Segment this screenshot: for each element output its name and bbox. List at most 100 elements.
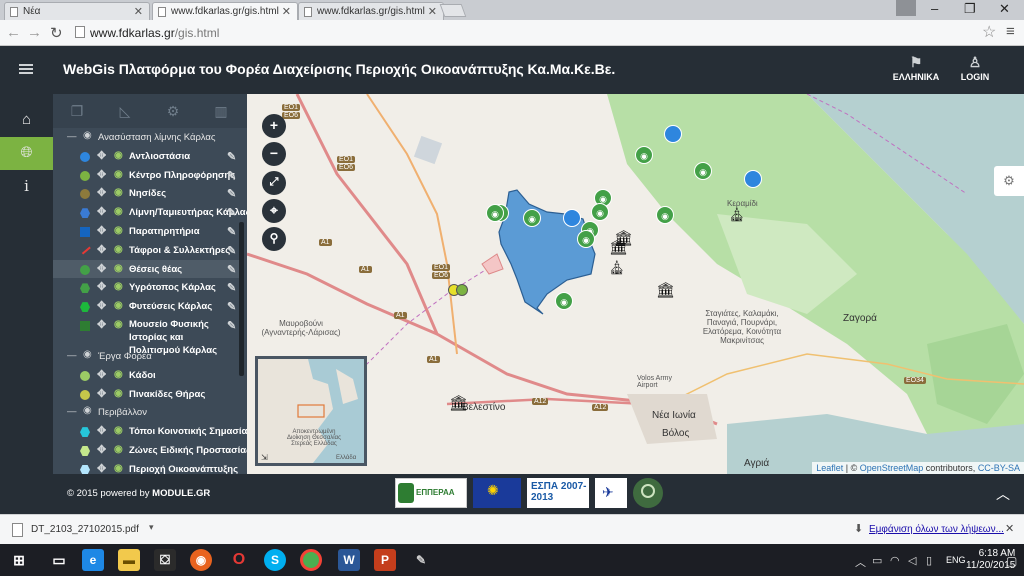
- page-info-icon[interactable]: [75, 26, 85, 38]
- zoom-to-layer-icon[interactable]: ✥: [97, 443, 106, 456]
- eye-icon[interactable]: ◉: [114, 300, 123, 311]
- zoom-to-layer-icon[interactable]: ✥: [97, 318, 106, 331]
- eye-icon[interactable]: ◉: [114, 169, 123, 180]
- minimap[interactable]: Αποκεντρωμένη Διοίκηση Θεσσαλίας Στερεάς…: [255, 356, 367, 466]
- chrome-icon[interactable]: [300, 549, 322, 571]
- eye-icon[interactable]: ◉: [114, 187, 123, 198]
- close-icon[interactable]: ✕: [134, 5, 143, 18]
- zoom-to-layer-icon[interactable]: ✥: [97, 168, 106, 181]
- museum-marker-icon[interactable]: 🏛︎: [449, 394, 468, 412]
- layer-item[interactable]: ✥ ◉ Παρατηρητήρια ✎: [53, 222, 239, 241]
- language-indicator[interactable]: ENG: [946, 555, 966, 565]
- layer-item[interactable]: ✥ ◉ Υγρότοπος Κάρλας ✎: [53, 278, 239, 297]
- scroll-up-icon[interactable]: ︿: [996, 484, 1010, 504]
- viewpoint-marker[interactable]: ◉: [555, 292, 573, 310]
- word-icon[interactable]: W: [338, 549, 360, 571]
- eye-icon[interactable]: ◉: [114, 281, 123, 292]
- skype-icon[interactable]: S: [264, 549, 286, 571]
- observatory-marker[interactable]: [664, 125, 682, 143]
- search-button[interactable]: ⚲: [262, 227, 286, 251]
- minimap-toggle-icon[interactable]: ⇲: [261, 453, 268, 462]
- file-explorer-icon[interactable]: ▬: [118, 549, 140, 571]
- viewpoint-marker[interactable]: ◉: [523, 209, 541, 227]
- layer-item[interactable]: ✥ ◉ Κάδοι: [53, 366, 239, 385]
- zoom-to-layer-icon[interactable]: ✥: [97, 387, 106, 400]
- battery-icon[interactable]: ▯: [926, 554, 932, 567]
- info-button[interactable]: i: [0, 170, 53, 203]
- reload-icon[interactable]: ↻: [50, 24, 63, 42]
- windows-start-icon[interactable]: ⊞: [8, 549, 30, 571]
- task-view-icon[interactable]: ▭: [48, 549, 70, 571]
- edit-icon[interactable]: ✎: [227, 319, 236, 332]
- network-icon[interactable]: ▭: [872, 554, 882, 567]
- eye-icon[interactable]: ◉: [114, 244, 123, 255]
- viewpoint-marker[interactable]: ◉: [635, 146, 653, 164]
- layers-tab-icon[interactable]: ❐: [53, 103, 101, 120]
- edit-icon[interactable]: ✎: [227, 263, 236, 276]
- viewpoint-marker[interactable]: ◉: [656, 206, 674, 224]
- viewpoint-marker[interactable]: ◉: [486, 204, 504, 222]
- observatory-marker[interactable]: [744, 170, 762, 188]
- chart-tab-icon[interactable]: ▥: [197, 103, 245, 120]
- close-icon[interactable]: ✕: [428, 5, 437, 18]
- eye-icon[interactable]: ◉: [114, 444, 123, 455]
- profile-icon[interactable]: [896, 0, 916, 16]
- zoom-to-layer-icon[interactable]: ✥: [97, 262, 106, 275]
- map-view[interactable]: EO1 EO6 EO1 EO6 A1 A1 EO1 EO6 A1 A1 A12 …: [247, 94, 1024, 474]
- edit-icon[interactable]: ✎: [227, 244, 236, 257]
- zoom-to-layer-icon[interactable]: ✥: [97, 424, 106, 437]
- zoom-to-layer-icon[interactable]: ✥: [97, 149, 106, 162]
- zoom-to-layer-icon[interactable]: ✥: [97, 280, 106, 293]
- edit-icon[interactable]: ✎: [227, 300, 236, 313]
- observatory-marker[interactable]: [563, 209, 581, 227]
- eye-icon[interactable]: ◉: [114, 225, 123, 236]
- layer-item[interactable]: ✥ ◉ Μουσείο Φυσικής Ιστορίας και Πολιτισμο…: [53, 316, 239, 356]
- viewpoint-marker[interactable]: ◉: [577, 230, 595, 248]
- layer-group-group1[interactable]: — ◉ Ανασύσταση λίμνης Κάρλας: [53, 128, 239, 147]
- eye-icon[interactable]: ◉: [114, 319, 123, 330]
- language-button[interactable]: ⚑ ΕΛΛΗΝΙΚΑ: [890, 54, 942, 82]
- window-close-icon[interactable]: ✕: [999, 1, 1010, 17]
- minimize-icon[interactable]: –: [931, 1, 938, 16]
- browser-tab-active[interactable]: www.fdkarlas.gr/gis.html ✕: [152, 2, 298, 20]
- zoom-out-button[interactable]: −: [262, 142, 286, 166]
- museum-marker-icon[interactable]: 🏛︎: [609, 238, 628, 256]
- bin-marker[interactable]: [456, 284, 468, 296]
- store-icon[interactable]: ⛋: [154, 549, 176, 571]
- tray-chevron-icon[interactable]: ︿: [855, 554, 866, 570]
- zoom-to-layer-icon[interactable]: ✥: [97, 186, 106, 199]
- edit-icon[interactable]: ✎: [227, 150, 236, 163]
- zoom-to-layer-icon[interactable]: ✥: [97, 368, 106, 381]
- layer-item[interactable]: ✥ ◉ Λίμνη/Ταμιευτήρας Κάρλας ✎: [53, 203, 247, 222]
- zoom-to-layer-icon[interactable]: ✥: [97, 224, 106, 237]
- locate-button[interactable]: ⌖: [262, 199, 286, 223]
- eye-icon[interactable]: ◉: [83, 130, 92, 141]
- volume-icon[interactable]: ◁: [908, 554, 916, 567]
- edit-icon[interactable]: ✎: [227, 281, 236, 294]
- edit-icon[interactable]: ✎: [227, 169, 236, 182]
- museum-marker-icon[interactable]: 🏛︎: [656, 281, 675, 299]
- layer-item[interactable]: ✥ ◉ Περιοχή Οικοανάπτυξης: [53, 460, 239, 474]
- eye-icon[interactable]: ◉: [83, 405, 92, 416]
- powerpoint-icon[interactable]: P: [374, 549, 396, 571]
- address-bar[interactable]: www.fdkarlas.gr/gis.html: [72, 23, 1002, 43]
- collapse-icon[interactable]: —: [67, 350, 77, 361]
- layer-item[interactable]: ✥ ◉ Τόποι Κοινοτικής Σημασίας: [53, 422, 247, 441]
- layer-item[interactable]: ✥ ◉ Πινακίδες Θήρας: [53, 385, 239, 404]
- layer-item[interactable]: ✥ ◉ Ζώνες Ειδικής Προστασίας: [53, 441, 247, 460]
- layer-group-group3[interactable]: — ◉ Περιβάλλον: [53, 403, 239, 422]
- browser-tab-new[interactable]: Νέα ✕: [4, 2, 150, 20]
- edit-icon[interactable]: ✎: [227, 206, 236, 219]
- restore-icon[interactable]: ❐: [964, 1, 976, 17]
- fullscreen-button[interactable]: ⤢: [262, 171, 286, 195]
- zoom-to-layer-icon[interactable]: ✥: [97, 299, 106, 312]
- menu-icon[interactable]: ≡: [1006, 23, 1015, 40]
- forward-icon[interactable]: →: [27, 24, 42, 41]
- panel-scrollbar[interactable]: [239, 222, 244, 376]
- chevron-down-icon[interactable]: ▾: [149, 522, 154, 533]
- settings-tab-icon[interactable]: ⚙: [149, 103, 197, 120]
- eye-icon[interactable]: ◉: [114, 150, 123, 161]
- zoom-to-layer-icon[interactable]: ✥: [97, 205, 106, 218]
- zoom-to-layer-icon[interactable]: ✥: [97, 462, 106, 474]
- hamburger-menu-icon[interactable]: [19, 64, 33, 74]
